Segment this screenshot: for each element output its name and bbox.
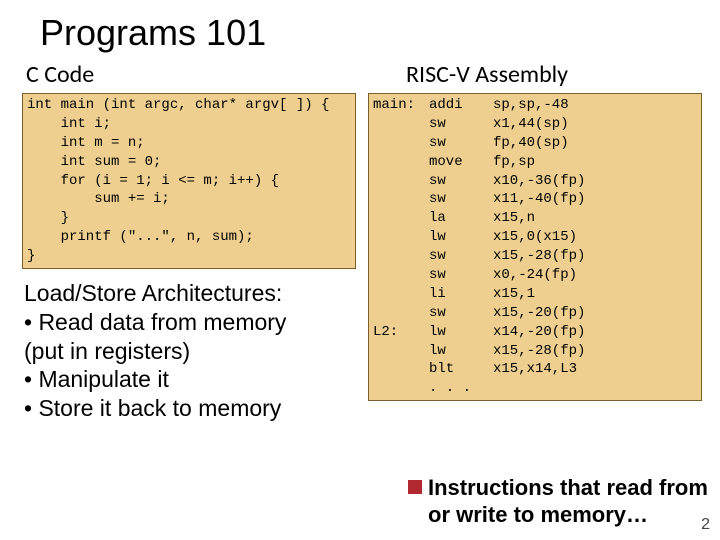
explain-bullet-3: • Store it back to memory <box>24 394 356 423</box>
callout-line1: Instructions that read from <box>428 475 708 500</box>
columns: C Code int main (int argc, char* argv[ ]… <box>0 58 720 423</box>
asm-ops-col: addi sw sw move sw sw la lw sw sw li sw … <box>429 96 493 398</box>
callout-line2: or write to memory… <box>428 502 648 527</box>
explain-heading: Load/Store Architectures: <box>24 279 356 308</box>
slide-title: Programs 101 <box>0 0 720 58</box>
asm-heading: RISC-V Assembly <box>368 58 702 93</box>
c-code-block: int main (int argc, char* argv[ ]) { int… <box>22 93 356 269</box>
square-bullet-icon <box>408 480 422 494</box>
page-number: 2 <box>701 516 710 534</box>
asm-code-block: main: L2: addi sw sw move sw sw la lw sw… <box>368 93 702 401</box>
left-column: C Code int main (int argc, char* argv[ ]… <box>22 58 356 423</box>
asm-labels-col: main: L2: <box>373 96 429 398</box>
explain-bullet-2: • Manipulate it <box>24 365 356 394</box>
c-code-heading: C Code <box>22 58 356 93</box>
explain-bullet-1b: (put in registers) <box>24 337 356 366</box>
explain-bullet-1: • Read data from memory <box>24 308 356 337</box>
right-column: RISC-V Assembly main: L2: addi sw sw mov… <box>368 58 702 423</box>
explain-block: Load/Store Architectures: • Read data fr… <box>22 269 356 423</box>
callout: Instructions that read from or write to … <box>408 475 708 528</box>
asm-args-col: sp,sp,-48 x1,44(sp) fp,40(sp) fp,sp x10,… <box>493 96 697 398</box>
